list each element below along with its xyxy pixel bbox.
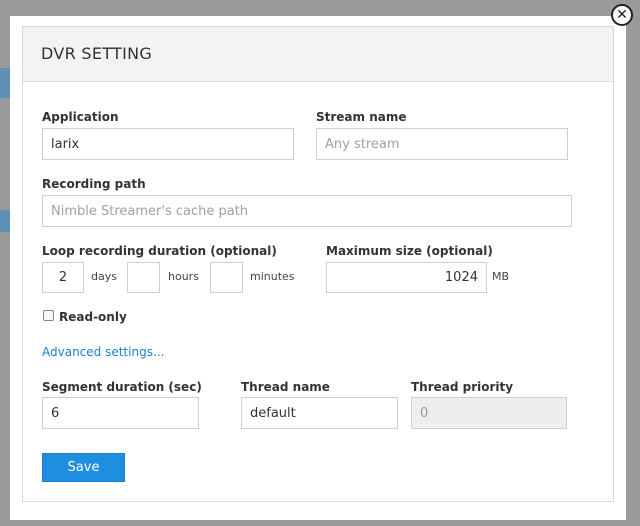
loop-hours-input[interactable] [127, 262, 160, 293]
loop-duration-label: Loop recording duration (optional) [42, 244, 277, 258]
hours-unit: hours [168, 270, 199, 283]
dialog-header: DVR SETTING [23, 27, 613, 82]
recording-path-input[interactable] [42, 195, 572, 227]
segment-duration-label: Segment duration (sec) [42, 380, 202, 394]
application-label: Application [42, 110, 119, 124]
dialog-panel: DVR SETTING Application Stream name Reco… [22, 26, 614, 502]
thread-priority-label: Thread priority [411, 380, 514, 394]
loop-minutes-input[interactable] [210, 262, 243, 293]
close-glyph: ✕ [616, 6, 628, 23]
read-only-label[interactable]: Read-only [59, 310, 127, 324]
thread-name-label: Thread name [241, 380, 330, 394]
max-size-input[interactable] [326, 262, 487, 293]
application-input[interactable] [42, 128, 294, 160]
dvr-setting-dialog: DVR SETTING Application Stream name Reco… [10, 16, 626, 520]
thread-name-input[interactable] [241, 397, 398, 429]
segment-duration-input[interactable] [42, 397, 199, 429]
close-icon[interactable]: ✕ [611, 4, 633, 26]
save-button[interactable]: Save [42, 453, 125, 482]
recording-path-label: Recording path [42, 177, 146, 191]
read-only-checkbox[interactable] [43, 310, 54, 321]
stream-name-label: Stream name [316, 110, 407, 124]
stream-name-input[interactable] [316, 128, 568, 160]
loop-days-input[interactable] [42, 262, 84, 293]
dialog-title: DVR SETTING [41, 44, 153, 63]
thread-priority-input [411, 397, 567, 429]
mb-unit: MB [492, 270, 510, 283]
max-size-label: Maximum size (optional) [326, 244, 493, 258]
days-unit: days [91, 270, 117, 283]
minutes-unit: minutes [250, 270, 295, 283]
advanced-settings-link[interactable]: Advanced settings... [42, 345, 164, 359]
